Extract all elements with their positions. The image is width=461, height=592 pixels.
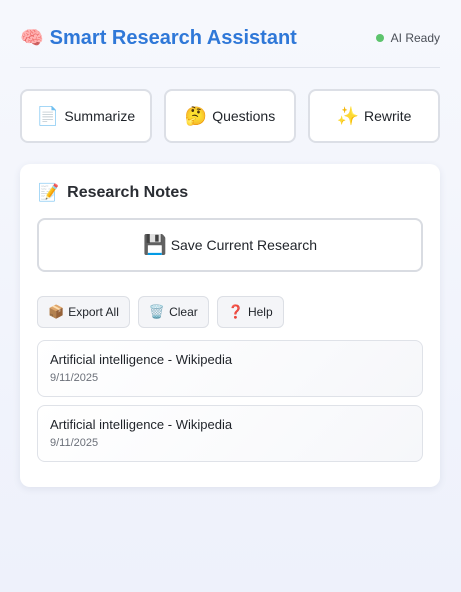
note-title: Artificial intelligence - Wikipedia xyxy=(50,417,233,432)
thinking-face-icon: 🤔 xyxy=(184,105,208,126)
action-toolbar: 📄 Summarize 🤔 Questions ✨ Rewrite xyxy=(20,89,440,143)
note-date: 9/11/2025 xyxy=(50,437,99,449)
rewrite-label: Rewrite xyxy=(363,108,412,124)
question-mark-icon: ❓ xyxy=(227,304,244,319)
rewrite-button[interactable]: ✨ Rewrite xyxy=(308,89,440,143)
research-notes-panel: 📝 Research Notes 💾 Save Current Research… xyxy=(20,164,440,487)
export-all-button[interactable]: 📦 Export All xyxy=(37,296,130,328)
clear-button[interactable]: 🗑️ Clear xyxy=(137,296,209,328)
research-notes-title: Research Notes xyxy=(67,184,189,201)
trash-icon: 🗑️ xyxy=(148,304,166,319)
note-date: 9/11/2025 xyxy=(50,372,99,384)
app-title-text: Smart Research Assistant xyxy=(49,26,297,49)
save-research-label: Save Current Research xyxy=(170,237,317,253)
help-label: Help xyxy=(247,305,273,319)
floppy-disk-icon: 💾 xyxy=(143,235,167,256)
summarize-button[interactable]: 📄 Summarize xyxy=(20,89,152,143)
status-dot-icon xyxy=(375,34,384,42)
save-research-button[interactable]: 💾 Save Current Research xyxy=(37,218,423,272)
clear-label: Clear xyxy=(169,305,198,319)
app-header: 🧠 Smart Research Assistant AI Ready xyxy=(20,24,440,52)
package-icon: 📦 xyxy=(48,304,65,319)
help-button[interactable]: ❓ Help xyxy=(216,296,284,328)
brain-icon: 🧠 xyxy=(20,28,44,49)
document-icon: 📄 xyxy=(36,105,60,126)
ai-status: AI Ready xyxy=(375,31,440,45)
sparkles-icon: ✨ xyxy=(336,105,359,126)
questions-label: Questions xyxy=(212,108,276,124)
notes-toolbar: 📦 Export All 🗑️ Clear ❓ Help xyxy=(37,296,292,328)
questions-button[interactable]: 🤔 Questions xyxy=(164,89,296,143)
note-item[interactable]: Artificial intelligence - Wikipedia 9/11… xyxy=(37,405,423,462)
research-notes-heading: 📝 Research Notes xyxy=(38,183,188,203)
header-divider xyxy=(20,67,440,68)
note-title: Artificial intelligence - Wikipedia xyxy=(50,352,233,367)
memo-icon: 📝 xyxy=(38,183,60,202)
note-item[interactable]: Artificial intelligence - Wikipedia 9/11… xyxy=(37,340,423,397)
export-all-label: Export All xyxy=(68,305,119,319)
status-text: AI Ready xyxy=(390,31,440,45)
app-title: 🧠 Smart Research Assistant xyxy=(20,26,297,50)
summarize-label: Summarize xyxy=(64,108,136,124)
